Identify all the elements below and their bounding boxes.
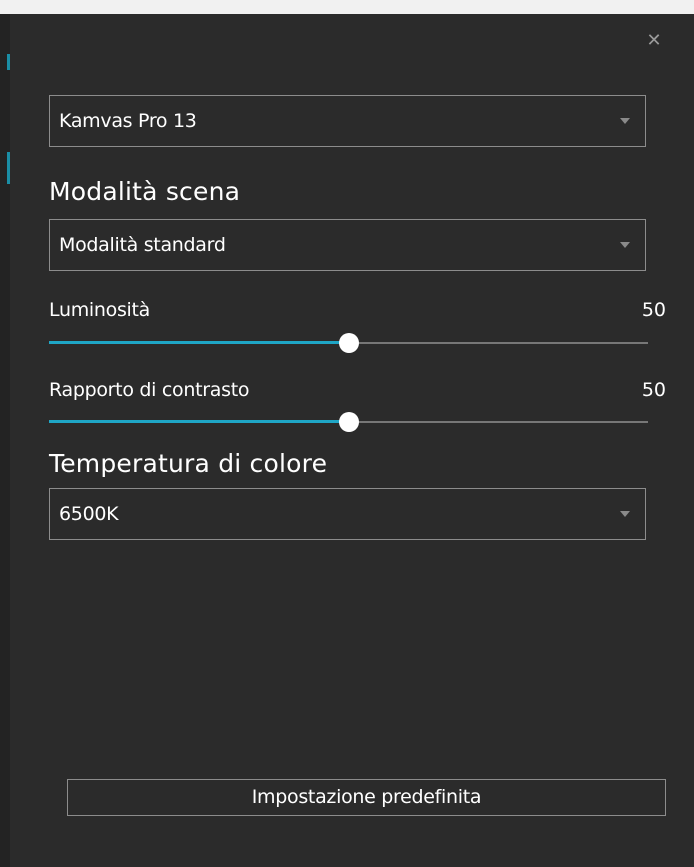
display-settings-panel: ✕ Kamvas Pro 13 Modalità scena Modalità …	[10, 14, 694, 867]
dropdown-arrow-icon	[620, 511, 630, 517]
background-window-edge	[0, 14, 10, 867]
scene-mode-select[interactable]: Modalità standard	[49, 219, 646, 271]
close-icon[interactable]: ✕	[644, 31, 664, 51]
device-select[interactable]: Kamvas Pro 13	[49, 95, 646, 147]
brightness-value: 50	[641, 299, 666, 321]
color-temperature-select-value: 6500K	[59, 503, 119, 525]
slider-fill	[49, 341, 349, 344]
contrast-value: 50	[641, 379, 666, 401]
slider-thumb[interactable]	[338, 333, 359, 353]
dropdown-arrow-icon	[620, 242, 630, 248]
device-select-value: Kamvas Pro 13	[59, 110, 197, 132]
color-temperature-heading: Temperatura di colore	[49, 449, 328, 478]
color-temperature-select[interactable]: 6500K	[49, 488, 646, 540]
slider-thumb[interactable]	[338, 412, 359, 432]
dropdown-arrow-icon	[620, 118, 630, 124]
brightness-slider[interactable]	[49, 332, 648, 354]
scene-mode-heading: Modalità scena	[49, 177, 241, 206]
reset-defaults-button[interactable]: Impostazione predefinita	[67, 779, 666, 816]
contrast-slider[interactable]	[49, 411, 648, 433]
contrast-label: Rapporto di contrasto	[49, 379, 250, 401]
window-top-strip	[0, 0, 694, 14]
brightness-label: Luminosità	[49, 299, 151, 321]
slider-fill	[49, 420, 349, 423]
scene-mode-select-value: Modalità standard	[59, 234, 226, 256]
